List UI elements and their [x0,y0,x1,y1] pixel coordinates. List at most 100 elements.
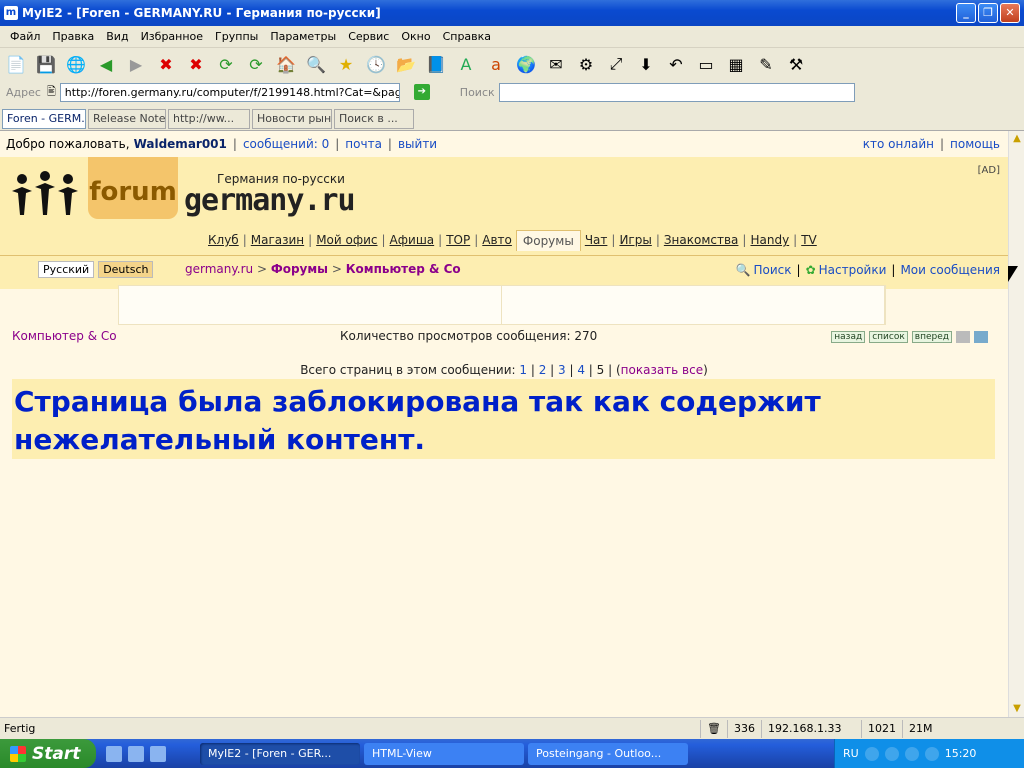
nav-games[interactable]: Игры [619,229,651,251]
tab-search[interactable]: Поиск в ... [334,108,414,129]
tray-volume-icon[interactable] [924,746,939,761]
page-1-link[interactable]: 1 [519,363,527,377]
minimize-button[interactable]: _ [956,3,976,23]
start-button[interactable]: Start [0,739,96,768]
page-4-link[interactable]: 4 [577,363,585,377]
flat-view-icon[interactable] [956,331,970,343]
grid-icon[interactable]: ▦ [724,52,748,76]
mail-icon[interactable]: ✉ [544,52,568,76]
tray-help-icon[interactable] [864,746,879,761]
page-2-link[interactable]: 2 [539,363,547,377]
globe-icon[interactable]: 🌍 [514,52,538,76]
fullscreen-icon[interactable]: ⤢ [604,52,628,76]
tools-icon[interactable]: ⚒ [784,52,808,76]
download-icon[interactable]: ⬇ [634,52,658,76]
tab-news[interactable]: Новости рын... [252,108,332,129]
folder-icon[interactable]: 📂 [394,52,418,76]
tab-release-notes[interactable]: Release Notes [88,108,166,129]
home-icon[interactable]: 🏠 [274,52,298,76]
task-myie2[interactable]: MyIE2 - [Foren - GER... [200,742,360,765]
help-link[interactable]: помощь [950,137,1000,151]
search-link[interactable]: Поиск [754,263,792,277]
breadcrumb-forums[interactable]: Форумы [271,262,328,276]
task-html-view[interactable]: HTML-View [364,742,524,765]
stop-icon[interactable]: ✖ [154,52,178,76]
search-icon[interactable]: 🔍 [304,52,328,76]
lang-russian[interactable]: Русский [38,261,95,278]
breadcrumb-section[interactable]: Компьютер & Co [346,262,461,276]
tab-foren[interactable]: Foren - GERM... [2,108,86,129]
history-icon[interactable]: 🕓 [364,52,388,76]
who-online-link[interactable]: кто онлайн [863,137,934,151]
menu-options[interactable]: Параметры [264,30,342,43]
menu-view[interactable]: Вид [100,30,134,43]
mail-link[interactable]: почта [345,137,382,151]
messages-link[interactable]: сообщений: 0 [243,137,329,151]
tray-network-icon[interactable] [884,746,899,761]
vertical-scrollbar[interactable]: ▲ ▼ [1008,131,1024,717]
settings-link[interactable]: Настройки [819,263,887,277]
undo-icon[interactable]: ↶ [664,52,688,76]
ql-ie-icon[interactable] [106,745,122,762]
back-button[interactable]: назад [831,331,866,343]
scroll-down-icon[interactable]: ▼ [1009,701,1024,717]
forward-icon[interactable]: ▶ [124,52,148,76]
ql-explorer-icon[interactable] [150,745,166,762]
nav-top[interactable]: TOP [446,229,470,251]
username-link[interactable]: Waldemar001 [134,137,227,151]
encoding-icon[interactable]: a [484,52,508,76]
proxy-icon[interactable]: ⚙ [574,52,598,76]
nav-auto[interactable]: Авто [482,229,512,251]
menu-window[interactable]: Окно [395,30,436,43]
notes-icon[interactable]: 📘 [424,52,448,76]
edit-icon[interactable]: ✎ [754,52,778,76]
logo-germany[interactable]: germany.ru [184,183,356,218]
maximize-button[interactable]: ❐ [978,3,998,23]
nav-dating[interactable]: Знакомства [664,229,739,251]
font-icon[interactable]: A [454,52,478,76]
search-input[interactable] [498,82,855,102]
forward-button[interactable]: вперед [911,331,952,343]
nav-afisha[interactable]: Афиша [390,229,435,251]
nav-club[interactable]: Клуб [208,229,239,251]
close-button[interactable]: ✕ [1000,3,1020,23]
list-button[interactable]: список [869,331,908,343]
menu-help[interactable]: Справка [437,30,497,43]
go-icon[interactable]: ➔ [413,84,430,100]
logo-forum[interactable]: forum [88,157,178,219]
close-all-icon[interactable]: ✖ [184,52,208,76]
menu-tools[interactable]: Сервис [342,30,395,43]
refresh-icon[interactable]: ⟳ [214,52,238,76]
window-icon[interactable]: ▭ [694,52,718,76]
menu-edit[interactable]: Правка [46,30,100,43]
logout-link[interactable]: выйти [398,137,437,151]
refresh-all-icon[interactable]: ⟳ [244,52,268,76]
task-outlook[interactable]: Posteingang - Outloo... [528,742,688,765]
lang-deutsch[interactable]: Deutsch [98,261,154,278]
breadcrumb-site[interactable]: germany.ru [185,262,253,276]
nav-forums[interactable]: Форумы [515,229,581,251]
tray-antivirus-icon[interactable] [904,746,919,761]
scroll-up-icon[interactable]: ▲ [1009,131,1024,147]
nav-my-office[interactable]: Мой офис [316,229,377,251]
section-link[interactable]: Компьютер & Co [12,329,117,343]
nav-handy[interactable]: Handy [750,229,789,251]
web-save-icon[interactable]: 🌐 [64,52,88,76]
address-input[interactable]: http://foren.germany.ru/computer/f/21991… [59,82,400,102]
menu-favorites[interactable]: Избранное [135,30,209,43]
tray-lang[interactable]: RU [843,747,859,760]
show-all-link[interactable]: показать все [621,363,703,377]
ql-myie-icon[interactable] [128,745,144,762]
nav-tv[interactable]: TV [801,229,817,251]
new-page-icon[interactable]: 📄 [4,52,28,76]
menu-file[interactable]: Файл [4,30,46,43]
threaded-view-icon[interactable] [974,331,988,343]
menu-groups[interactable]: Группы [209,30,264,43]
my-messages-link[interactable]: Мои сообщения [900,263,1000,277]
nav-chat[interactable]: Чат [585,229,608,251]
favorites-star-icon[interactable]: ★ [334,52,358,76]
nav-shop[interactable]: Магазин [251,229,304,251]
tab-http[interactable]: http://ww... [168,108,250,129]
page-3-link[interactable]: 3 [558,363,566,377]
back-icon[interactable]: ◀ [94,52,118,76]
